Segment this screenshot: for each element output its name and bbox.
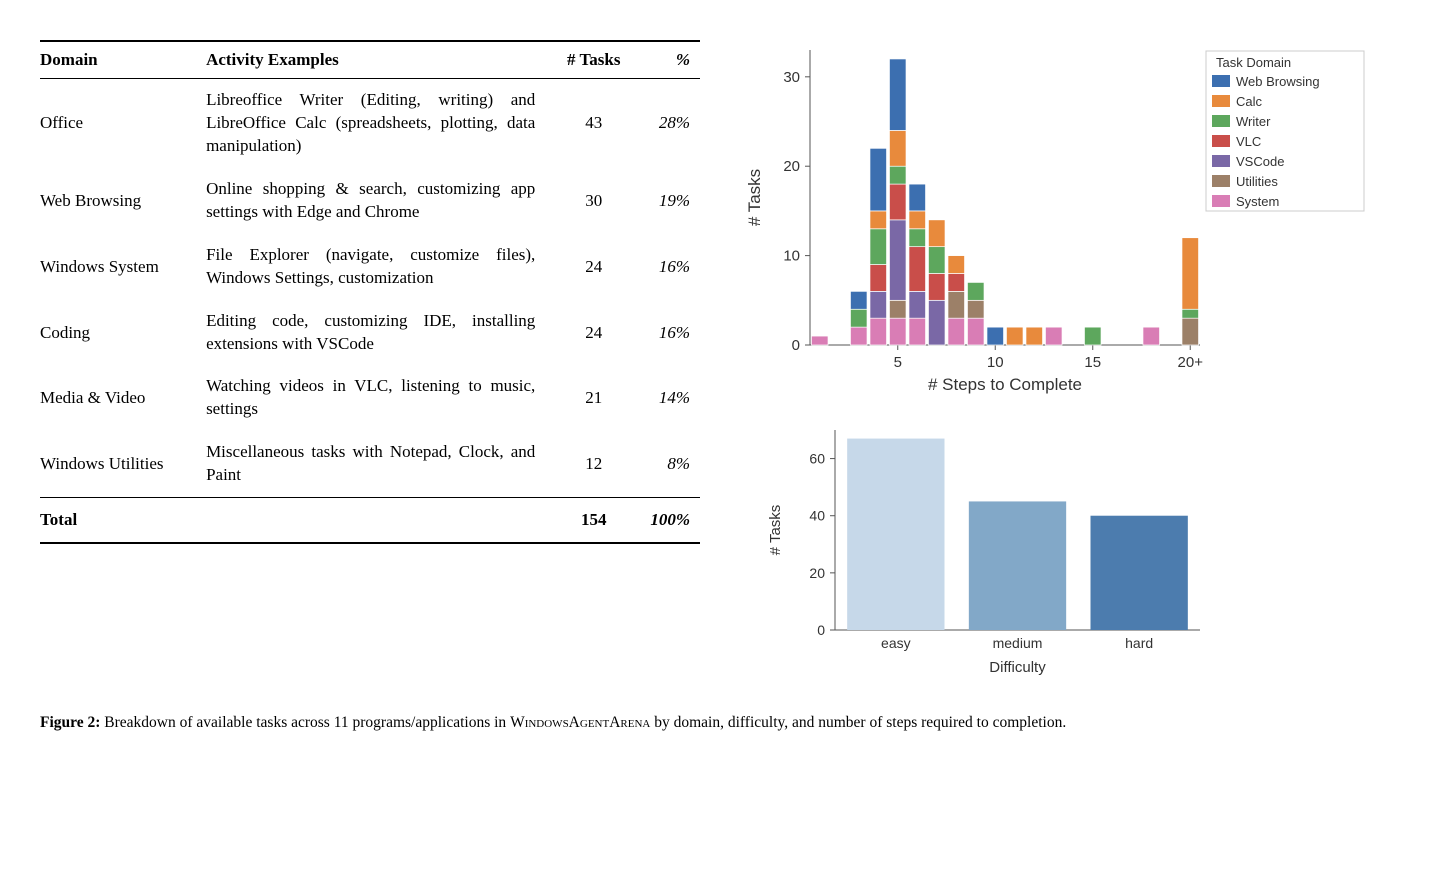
cell-examples: Miscellaneous tasks with Notepad, Clock,… bbox=[206, 431, 559, 497]
caption-text-pre: Breakdown of available tasks across 11 p… bbox=[100, 714, 510, 731]
cell-tasks: 12 bbox=[559, 431, 638, 497]
table-row: Windows SystemFile Explorer (navigate, c… bbox=[40, 234, 700, 300]
figure-label: Figure 2: bbox=[40, 714, 100, 731]
cell-pct: 16% bbox=[638, 234, 700, 300]
col-pct: % bbox=[638, 41, 700, 79]
svg-text:Utilities: Utilities bbox=[1236, 174, 1278, 189]
table-row: OfficeLibreoffice Writer (Editing, writi… bbox=[40, 79, 700, 168]
cell-domain: Media & Video bbox=[40, 365, 206, 431]
caption-text-post: by domain, difficulty, and number of ste… bbox=[650, 714, 1066, 731]
svg-text:0: 0 bbox=[792, 337, 800, 354]
cell-pct: 16% bbox=[638, 300, 700, 366]
table-row: Web BrowsingOnline shopping & search, cu… bbox=[40, 168, 700, 234]
svg-text:40: 40 bbox=[809, 508, 825, 524]
cell-examples bbox=[206, 498, 559, 544]
cell-tasks: 24 bbox=[559, 234, 638, 300]
domain-table: Domain Activity Examples # Tasks % Offic… bbox=[40, 40, 700, 544]
svg-text:System: System bbox=[1236, 194, 1279, 209]
cell-examples: Editing code, customizing IDE, installin… bbox=[206, 300, 559, 366]
domain-table-section: Domain Activity Examples # Tasks % Offic… bbox=[40, 40, 700, 544]
col-examples: Activity Examples bbox=[206, 41, 559, 79]
svg-text:Task Domain: Task Domain bbox=[1216, 55, 1291, 70]
svg-text:# Steps to Complete: # Steps to Complete bbox=[928, 375, 1082, 394]
cell-tasks: 154 bbox=[559, 498, 638, 544]
cell-domain: Windows System bbox=[40, 234, 206, 300]
svg-text:# Tasks: # Tasks bbox=[745, 169, 764, 226]
cell-pct: 19% bbox=[638, 168, 700, 234]
svg-text:0: 0 bbox=[817, 622, 825, 638]
cell-examples: Libreoffice Writer (Editing, writing) an… bbox=[206, 79, 559, 168]
table-row: Media & VideoWatching videos in VLC, lis… bbox=[40, 365, 700, 431]
cell-pct: 28% bbox=[638, 79, 700, 168]
col-tasks: # Tasks bbox=[559, 41, 638, 79]
col-domain: Domain bbox=[40, 41, 206, 79]
svg-text:5: 5 bbox=[894, 354, 902, 371]
cell-pct: 100% bbox=[638, 498, 700, 544]
svg-text:10: 10 bbox=[987, 354, 1004, 371]
svg-text:30: 30 bbox=[783, 69, 800, 86]
svg-text:Difficulty: Difficulty bbox=[989, 659, 1046, 676]
stacked-bar-chart: 0 10 20 30 5 10 15 20+ # Steps to Complete # Task… bbox=[740, 40, 1414, 400]
svg-text:medium: medium bbox=[993, 635, 1043, 651]
cell-domain: Office bbox=[40, 79, 206, 168]
cell-pct: 14% bbox=[638, 365, 700, 431]
figure-caption: Figure 2: Breakdown of available tasks a… bbox=[40, 712, 1414, 734]
svg-text:hard: hard bbox=[1125, 635, 1153, 651]
difficulty-bar-chart: 0 20 40 60 easy medium hard Difficulty # Tasks bbox=[740, 420, 1414, 680]
svg-text:# Tasks: # Tasks bbox=[767, 505, 784, 556]
svg-text:VSCode: VSCode bbox=[1236, 154, 1284, 169]
cell-pct: 8% bbox=[638, 431, 700, 497]
cell-domain: Total bbox=[40, 498, 206, 544]
cell-domain: Web Browsing bbox=[40, 168, 206, 234]
svg-text:Calc: Calc bbox=[1236, 94, 1263, 109]
svg-text:10: 10 bbox=[783, 248, 800, 265]
cell-domain: Windows Utilities bbox=[40, 431, 206, 497]
svg-text:Writer: Writer bbox=[1236, 114, 1271, 129]
table-row: CodingEditing code, customizing IDE, ins… bbox=[40, 300, 700, 366]
svg-text:20: 20 bbox=[809, 565, 825, 581]
svg-text:Web Browsing: Web Browsing bbox=[1236, 74, 1320, 89]
cell-tasks: 30 bbox=[559, 168, 638, 234]
cell-tasks: 24 bbox=[559, 300, 638, 366]
cell-examples: Online shopping & search, customizing ap… bbox=[206, 168, 559, 234]
svg-text:VLC: VLC bbox=[1236, 134, 1261, 149]
arena-name: WindowsAgentArena bbox=[510, 714, 650, 731]
svg-text:easy: easy bbox=[881, 635, 911, 651]
cell-examples: File Explorer (navigate, customize files… bbox=[206, 234, 559, 300]
table-row-total: Total 154100% bbox=[40, 498, 700, 544]
svg-text:15: 15 bbox=[1084, 354, 1101, 371]
cell-examples: Watching videos in VLC, listening to mus… bbox=[206, 365, 559, 431]
table-row: Windows UtilitiesMiscellaneous tasks wit… bbox=[40, 431, 700, 497]
cell-domain: Coding bbox=[40, 300, 206, 366]
svg-text:60: 60 bbox=[809, 451, 825, 467]
cell-tasks: 21 bbox=[559, 365, 638, 431]
cell-tasks: 43 bbox=[559, 79, 638, 168]
svg-text:20+: 20+ bbox=[1178, 354, 1204, 371]
svg-text:20: 20 bbox=[783, 158, 800, 175]
charts-section: 0 10 20 30 5 10 15 20+ # Steps to Complete # Task… bbox=[740, 40, 1414, 680]
